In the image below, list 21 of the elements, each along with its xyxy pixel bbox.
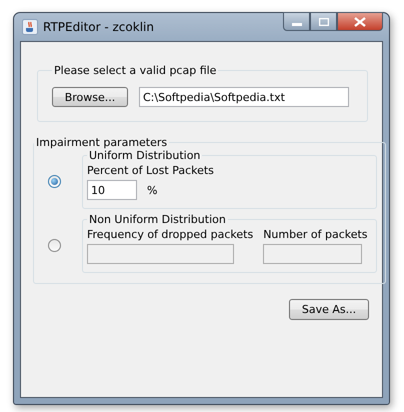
field-label: Frequency of dropped packets <box>87 228 254 241</box>
group-title: Uniform Distribution <box>88 149 202 162</box>
percent-field[interactable]: 10 <box>87 180 137 200</box>
group-title: Non Uniform Distribution <box>88 213 227 226</box>
radio-button[interactable] <box>48 174 61 188</box>
file-path-field[interactable]: C:\Softpedia\Softpedia.txt <box>139 87 349 107</box>
maximize-icon <box>318 18 328 26</box>
browse-button[interactable]: Browse... <box>52 87 128 107</box>
group-title: Impairment parameters <box>35 136 168 149</box>
close-button[interactable] <box>337 12 383 31</box>
unit-label: % <box>147 184 158 196</box>
minimize-button[interactable] <box>283 12 310 31</box>
coffee-cup-icon <box>22 19 38 35</box>
field-label: Number of packets <box>263 228 368 241</box>
radio-button[interactable] <box>48 238 61 252</box>
maximize-button[interactable] <box>310 12 337 31</box>
group-title: Please select a valid pcap file <box>53 64 218 77</box>
window-title: RTPEditor - zcoklin <box>43 20 155 34</box>
field-label: Percent of Lost Packets <box>87 164 215 177</box>
close-icon <box>354 16 366 26</box>
save-as-button[interactable]: Save As... <box>289 299 369 320</box>
